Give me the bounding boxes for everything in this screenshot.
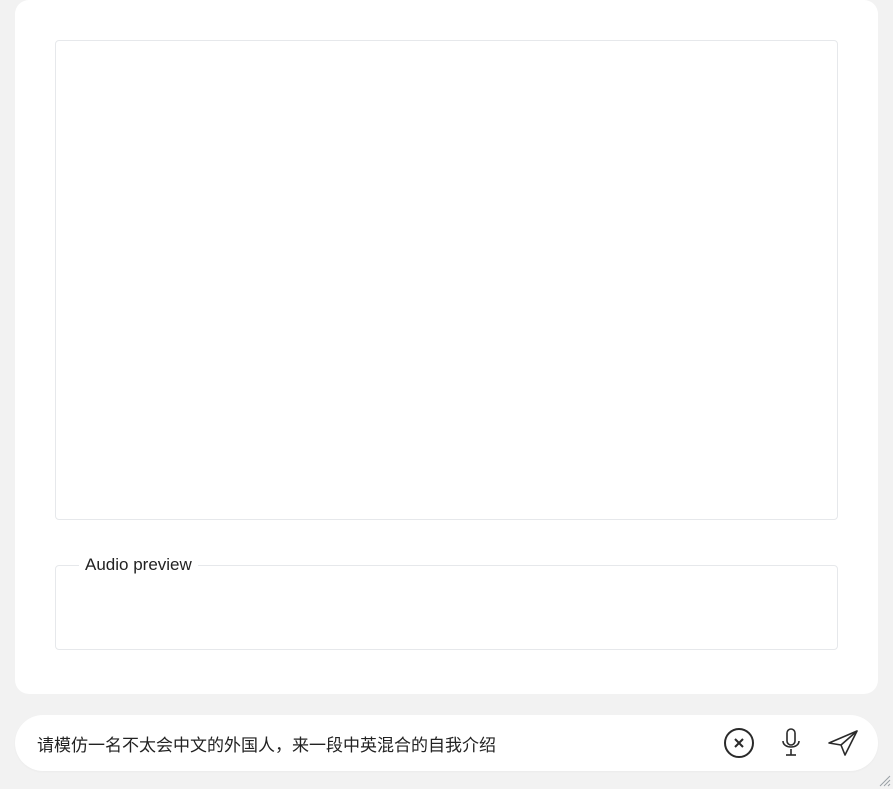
text-output-area[interactable] (55, 40, 838, 520)
message-input[interactable] (37, 733, 722, 753)
close-button[interactable] (722, 726, 756, 760)
main-panel: Audio preview (15, 0, 878, 694)
resize-handle[interactable] (877, 773, 891, 787)
microphone-button[interactable] (774, 726, 808, 760)
paper-plane-icon (827, 729, 859, 757)
audio-preview-panel: Audio preview (55, 555, 838, 650)
close-icon (724, 728, 754, 758)
microphone-icon (778, 727, 804, 759)
input-bar (15, 715, 878, 771)
send-button[interactable] (826, 726, 860, 760)
input-actions (722, 726, 860, 760)
audio-preview-label: Audio preview (79, 555, 198, 575)
